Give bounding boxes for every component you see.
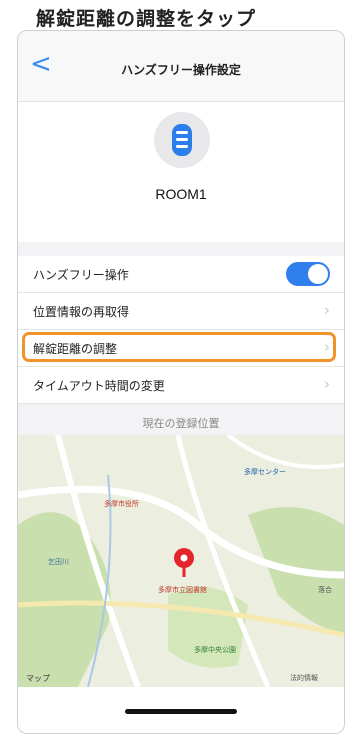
section-title: 現在の登録位置 (142, 417, 220, 430)
map-label: 多摩センター (244, 468, 286, 476)
device-avatar (154, 112, 210, 168)
map-label: 多摩市立図書館 (158, 586, 207, 594)
settings-list: ハンズフリー操作 位置情報の再取得 › 解錠距離の調整 › タイムアウト時間の変… (18, 256, 344, 404)
chevron-right-icon: › (324, 338, 330, 356)
map-label: 落合 (318, 586, 332, 594)
toggle-knob (308, 264, 328, 284)
setting-refresh-location[interactable]: 位置情報の再取得 › (18, 293, 344, 330)
setting-label: 位置情報の再取得 (33, 305, 130, 319)
chevron-right-icon: › (324, 301, 330, 319)
map-legal-link[interactable]: 法的情報 (290, 673, 318, 683)
setting-label: 解錠距離の調整 (33, 342, 118, 356)
home-indicator[interactable] (125, 709, 237, 714)
map-label: 多摩市役所 (104, 500, 139, 508)
device-card: ROOM1 (18, 102, 344, 242)
navigation-bar: < ハンズフリー操作設定 (18, 31, 344, 102)
smart-lock-icon (172, 124, 192, 156)
chevron-right-icon: › (324, 375, 330, 393)
location-map[interactable]: 多摩市役所 多摩中央公園 多摩市立図書館 多摩センター 乞田川 落合 マップ 法… (18, 435, 344, 687)
setting-label: ハンズフリー操作 (33, 268, 129, 282)
setting-unlock-distance[interactable]: 解錠距離の調整 › (18, 330, 344, 367)
map-label: 多摩中央公園 (194, 646, 236, 654)
setting-timeout[interactable]: タイムアウト時間の変更 › (18, 367, 344, 404)
handsfree-toggle[interactable] (286, 262, 330, 286)
instruction-caption: 解錠距離の調整をタップ (36, 8, 257, 30)
map-attribution: マップ (26, 674, 50, 683)
section-header: 現在の登録位置 (18, 407, 344, 435)
setting-handsfree: ハンズフリー操作 (18, 256, 344, 293)
setting-label: タイムアウト時間の変更 (33, 379, 165, 393)
map-label: 乞田川 (48, 558, 69, 566)
phone-screen: < ハンズフリー操作設定 ROOM1 ハンズフリー操作 位置情報の再取得 › 解… (17, 30, 345, 734)
page-title: ハンズフリー操作設定 (121, 63, 241, 77)
home-indicator-area (18, 687, 344, 733)
park-area (168, 587, 248, 668)
device-name: ROOM1 (155, 186, 207, 202)
map-pin-icon (174, 548, 194, 577)
